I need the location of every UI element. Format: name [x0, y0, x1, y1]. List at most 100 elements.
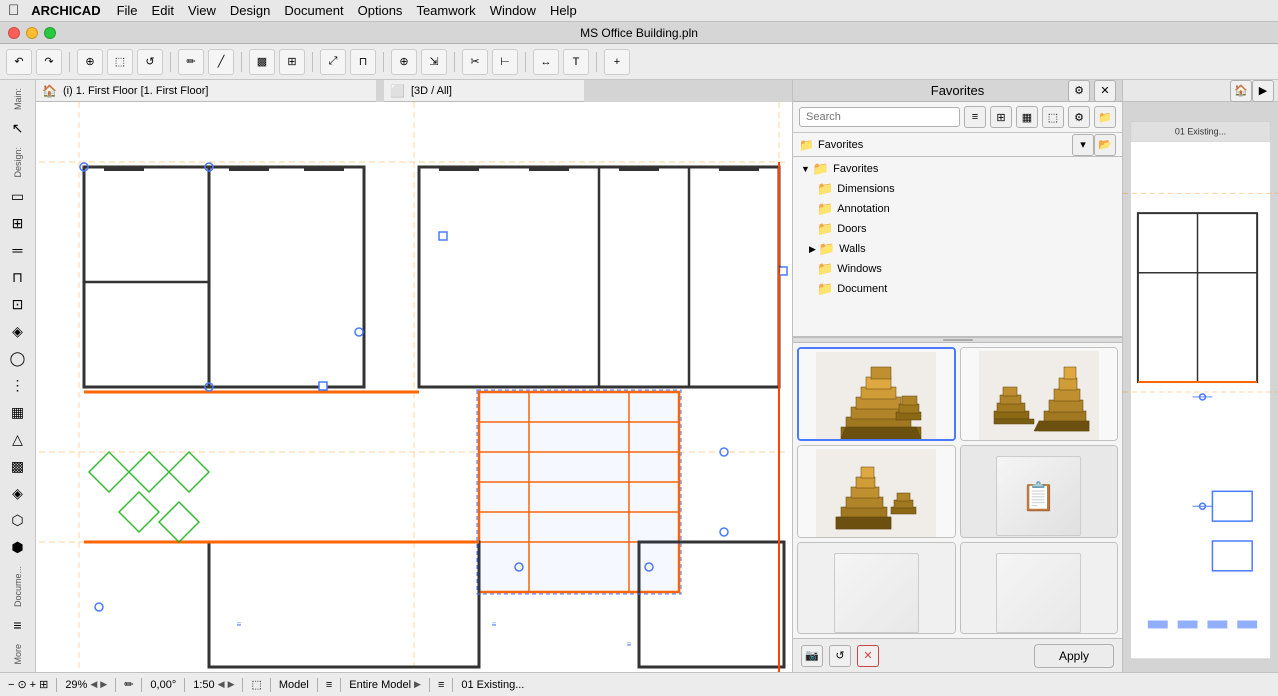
undo-button[interactable]: ↶ [6, 49, 32, 75]
slab-tool-button[interactable]: ▦ [4, 400, 32, 425]
fav-tree-dimensions[interactable]: 📁 Dimensions [793, 179, 1122, 199]
beam-tool-button[interactable]: ═ [4, 238, 32, 263]
fav-item-stair-top[interactable]: 3-Flight Stair 360cm - Tread 30 Riser 16… [797, 445, 956, 537]
layer-arrow[interactable]: ▶ [414, 679, 421, 690]
minimize-button[interactable] [26, 27, 38, 39]
column-tool-button[interactable]: ⊞ [4, 211, 32, 236]
stretch-button[interactable]: ⇲ [421, 49, 447, 75]
trim-button[interactable]: ⊢ [492, 49, 518, 75]
fav-camera-button[interactable]: 📷 [801, 645, 823, 667]
marquee-button[interactable]: ⬚ [107, 49, 133, 75]
offset-button[interactable]: ⊓ [350, 49, 376, 75]
close-button[interactable] [8, 27, 20, 39]
fav-list-view-button[interactable]: ≡ [964, 106, 986, 128]
zoom-in-button[interactable]: + [30, 679, 36, 691]
select-tool-button[interactable]: ⊕ [77, 49, 103, 75]
menu-view[interactable]: View [188, 3, 216, 18]
menu-document[interactable]: Document [284, 3, 343, 18]
fav-apply-button[interactable]: Apply [1034, 644, 1114, 668]
right-panel-home-button[interactable]: 🏠 [1230, 80, 1252, 102]
hatch-button[interactable]: ▩ [249, 49, 275, 75]
lamp-tool-button[interactable]: ◯ [4, 346, 32, 371]
roof-tool-button[interactable]: △ [4, 427, 32, 452]
polyline-button[interactable]: ⤢ [320, 49, 346, 75]
door-tool-button[interactable]: ⊓ [4, 265, 32, 290]
apple-menu[interactable]:  [8, 2, 19, 19]
zoom-out-button[interactable]: − [8, 679, 14, 691]
window-tool-button[interactable]: ⊡ [4, 292, 32, 317]
menu-file[interactable]: File [117, 3, 138, 18]
pencil-button[interactable]: ✏ [178, 49, 204, 75]
fav-tree-document[interactable]: 📁 Document [793, 279, 1122, 299]
fav-tree-doors[interactable]: 📁 Doors [793, 219, 1122, 239]
layer-group: ≡ [326, 679, 332, 691]
dimension-button[interactable]: ↔ [533, 49, 559, 75]
fav-refresh-button[interactable]: ↺ [829, 645, 851, 667]
favorites-add-folder-button[interactable]: 📂 [1094, 134, 1116, 156]
object-tool-button[interactable]: ◈ [4, 319, 32, 344]
text-button[interactable]: T [563, 49, 589, 75]
fav-delete-button[interactable]: ✕ [857, 645, 879, 667]
menu-options[interactable]: Options [358, 3, 403, 18]
fill-tool-button[interactable]: ▩ [4, 454, 32, 479]
entire-model-label[interactable]: Entire Model [349, 679, 411, 691]
zone-tool-button[interactable]: ◈ [4, 481, 32, 506]
redo-button[interactable]: ↷ [36, 49, 62, 75]
zoom-level[interactable]: 29% [65, 679, 87, 691]
fav-options-button[interactable]: ⚙ [1068, 106, 1090, 128]
fav-item-stair-general[interactable]: 3-Flight Stair 360cm - Tread 30 Riser 16… [960, 347, 1119, 441]
toolbar-separator-2 [170, 52, 171, 72]
scale-arrow-right[interactable]: ▶ [228, 679, 235, 690]
move-button[interactable]: ⊕ [391, 49, 417, 75]
fav-item-folder-2[interactable] [960, 542, 1119, 634]
right-panel-canvas: 01 Existing... [1123, 102, 1278, 672]
favorites-close-button[interactable]: ✕ [1094, 80, 1116, 102]
line-button[interactable]: ╱ [208, 49, 234, 75]
arrow-tool-button[interactable]: ↖ [4, 116, 32, 141]
shell-tool-button[interactable]: ⬢ [4, 535, 32, 560]
zoom-arrow-right[interactable]: ▶ [100, 679, 107, 690]
split-button[interactable]: ✂ [462, 49, 488, 75]
menu-edit[interactable]: Edit [152, 3, 174, 18]
rotate-button[interactable]: ↺ [137, 49, 163, 75]
scale-arrow-left[interactable]: ◀ [218, 679, 225, 690]
fav-tree-walls[interactable]: ▶ 📁 Walls [793, 239, 1122, 259]
model-label[interactable]: Model [279, 679, 309, 691]
zoom-fit-button[interactable]: ⊙ [17, 678, 26, 691]
zoom-window-button[interactable]: ⊞ [39, 678, 48, 691]
floor-icon: 🏠 [42, 84, 57, 98]
fav-item-annotation[interactable]: 📋 Annotation [960, 445, 1119, 537]
fav-tree-root[interactable]: ▼ 📁 Favorites [793, 159, 1122, 179]
grid-button[interactable]: ⊞ [279, 49, 305, 75]
wall-tool-button[interactable]: ▭ [4, 184, 32, 209]
scale-value[interactable]: 1:50 [193, 679, 214, 691]
fav-item-stair-bottom[interactable]: 3-Flight Stair 360cm - Tread 30 Riser 16… [797, 347, 956, 441]
right-panel-expand-button[interactable]: ▶ [1252, 80, 1274, 102]
zoom-in-button[interactable]: + [604, 49, 630, 75]
morph-tool-button[interactable]: ⬡ [4, 508, 32, 533]
menu-design[interactable]: Design [230, 3, 270, 18]
fav-item-folder-1[interactable] [797, 542, 956, 634]
favorites-dropdown-button[interactable]: ▾ [1072, 134, 1094, 156]
menu-teamwork[interactable]: Teamwork [416, 3, 475, 18]
fav-grid-view-button[interactable]: ⊞ [990, 106, 1012, 128]
canvas-area[interactable]: 🏠 (i) 1. First Floor [1. First Floor] ⬜ … [36, 80, 792, 672]
fav-tree-annotation[interactable]: 📁 Annotation [793, 199, 1122, 219]
favorites-tree: ▼ 📁 Favorites 📁 Dimensions 📁 Annotation … [793, 157, 1122, 337]
fav-item-thumb-stair-bottom [799, 349, 954, 441]
favorites-search-input[interactable] [799, 107, 960, 127]
favorites-settings-button[interactable]: ⚙ [1068, 80, 1090, 102]
rotation-value[interactable]: 0,00° [150, 679, 176, 691]
doc-tool-button[interactable]: ≡ [4, 613, 32, 638]
fav-tree-windows[interactable]: 📁 Windows [793, 259, 1122, 279]
fav-folder-button[interactable]: 📁 [1094, 106, 1116, 128]
zoom-arrow-left[interactable]: ◀ [90, 679, 97, 690]
menu-help[interactable]: Help [550, 3, 577, 18]
fav-large-grid-button[interactable]: ⬚ [1042, 106, 1064, 128]
fav-medium-grid-button[interactable]: ▦ [1016, 106, 1038, 128]
maximize-button[interactable] [44, 27, 56, 39]
menu-window[interactable]: Window [490, 3, 536, 18]
stair-tool-button[interactable]: ⋮ [4, 373, 32, 398]
fav-annotation-label: Annotation [837, 203, 890, 215]
floor-number-label[interactable]: 01 Existing... [461, 679, 524, 691]
